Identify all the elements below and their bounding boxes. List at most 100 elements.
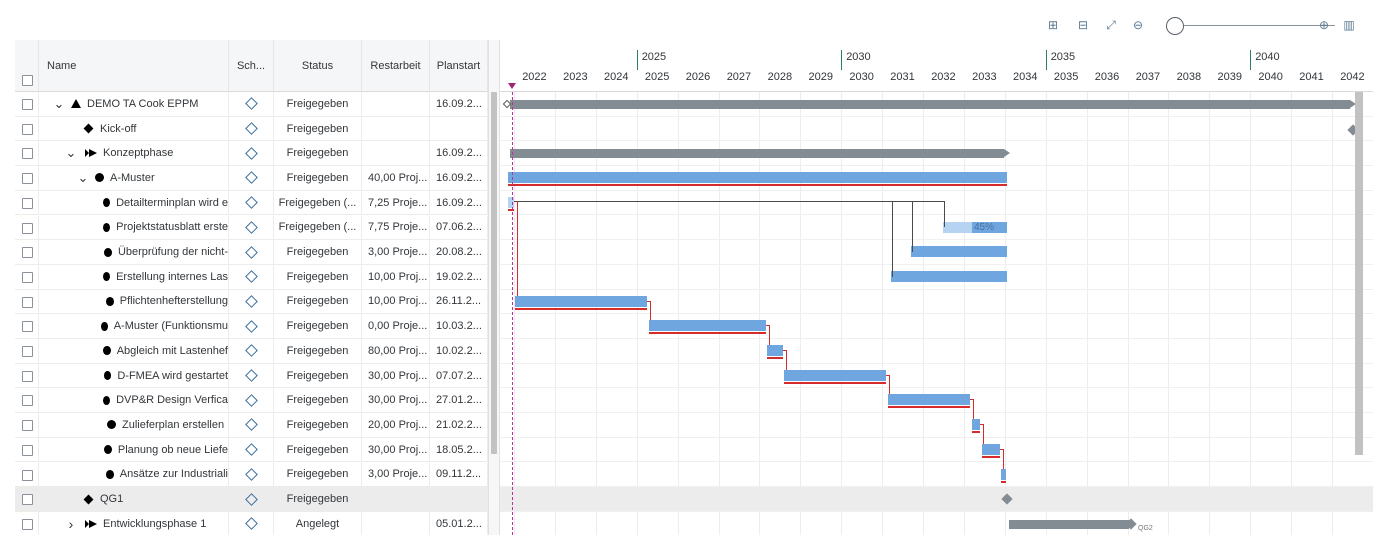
table-row[interactable]: Detailterminplan wird e Freigegeben (... 7… bbox=[15, 190, 488, 216]
name-cell: DVP&R Design Verfica bbox=[39, 388, 229, 413]
row-checkbox[interactable] bbox=[22, 173, 33, 185]
chevron-down-icon[interactable]: ⌄ bbox=[65, 146, 77, 159]
restarbeit-cell bbox=[362, 92, 430, 116]
project-summary-bar[interactable] bbox=[510, 100, 1356, 109]
year-label: 2040 bbox=[1258, 71, 1283, 83]
zoom-in-icon[interactable]: ⊕ bbox=[1316, 17, 1332, 33]
column-header-sch[interactable]: Sch... bbox=[229, 40, 274, 92]
row-checkbox[interactable] bbox=[22, 420, 33, 432]
task-name[interactable]: A-Muster bbox=[110, 172, 155, 184]
table-row[interactable]: DVP&R Design Verfica Freigegeben 30,00 Pro… bbox=[15, 388, 488, 414]
select-all-checkbox[interactable] bbox=[22, 75, 33, 86]
settings-icon[interactable]: ▥ bbox=[1341, 17, 1357, 33]
table-row[interactable]: Überprüfung der nicht- Freigegeben 3,00 Pr… bbox=[15, 240, 488, 265]
task-name[interactable]: Abgleich mit Lastenhef bbox=[117, 345, 228, 357]
column-header-restarbeit[interactable]: Restarbeit bbox=[362, 40, 430, 92]
table-row[interactable]: Projektstatusblatt erste Freigegeben (...… bbox=[15, 215, 488, 241]
phase-summary-bar[interactable] bbox=[1009, 519, 1135, 529]
task-bar[interactable] bbox=[508, 196, 514, 208]
task-name[interactable]: Überprüfung der nicht- bbox=[118, 246, 228, 258]
task-name[interactable]: DVP&R Design Verfica bbox=[116, 394, 228, 406]
task-bar[interactable] bbox=[515, 295, 647, 307]
row-checkbox[interactable] bbox=[22, 321, 33, 333]
row-checkbox[interactable] bbox=[22, 197, 33, 209]
task-bar[interactable] bbox=[891, 270, 1007, 282]
table-row[interactable]: Pflichtenhefterstellung Freigegeben 10,00 … bbox=[15, 289, 488, 315]
task-name[interactable]: Entwicklungsphase 1 bbox=[103, 518, 206, 530]
task-name[interactable]: D-FMEA wird gestartet bbox=[117, 370, 228, 382]
row-checkbox[interactable] bbox=[22, 271, 33, 283]
row-checkbox[interactable] bbox=[22, 148, 33, 160]
task-bar[interactable] bbox=[649, 320, 766, 332]
table-row[interactable]: ⌄ DEMO TA Cook EPPM Freigegeben 16.09.2... bbox=[15, 92, 488, 117]
zoom-out-icon[interactable]: ⊖ bbox=[1130, 17, 1146, 33]
task-bar[interactable] bbox=[767, 345, 783, 356]
sch-cell bbox=[229, 92, 274, 116]
gantt-scrollbar-thumb[interactable] bbox=[1355, 92, 1363, 455]
row-checkbox[interactable] bbox=[22, 222, 33, 234]
table-row[interactable]: Zulieferplan erstellen Freigegeben 20,00 P… bbox=[15, 413, 488, 438]
table-scrollbar-thumb[interactable] bbox=[491, 92, 497, 454]
task-name[interactable]: Detailterminplan wird e bbox=[116, 197, 228, 209]
chevron-down-icon[interactable]: ⌄ bbox=[77, 171, 89, 184]
task-name[interactable]: DEMO TA Cook EPPM bbox=[87, 98, 198, 110]
task-bar[interactable] bbox=[784, 369, 886, 381]
table-row[interactable]: ⌄ Konzeptphase Freigegeben 16.09.2... bbox=[15, 141, 488, 167]
table-row[interactable]: A-Muster (Funktionsmu Freigegeben 0,00 Pro… bbox=[15, 314, 488, 339]
task-bar[interactable] bbox=[911, 246, 1007, 258]
task-name[interactable]: Erstellung internes Las bbox=[116, 271, 228, 283]
row-checkbox[interactable] bbox=[22, 296, 33, 308]
column-header-status[interactable]: Status bbox=[274, 40, 362, 92]
decade-label: 2025 bbox=[636, 50, 842, 70]
fullscreen-icon[interactable]: ⤢ bbox=[1103, 17, 1119, 33]
table-row[interactable]: Abgleich mit Lastenhef Freigegeben 80,00 P… bbox=[15, 339, 488, 364]
restarbeit-cell: 80,00 Proj... bbox=[362, 339, 430, 363]
task-name[interactable]: Kick-off bbox=[100, 123, 136, 135]
task-bar[interactable] bbox=[972, 419, 980, 431]
chevron-down-icon[interactable]: ⌄ bbox=[53, 97, 65, 110]
schedule-type-icon bbox=[244, 220, 258, 234]
task-name[interactable]: Ansätze zur Industriali bbox=[120, 468, 228, 480]
task-name[interactable]: Zulieferplan erstellen bbox=[122, 419, 224, 431]
zoom-slider-handle[interactable] bbox=[1166, 17, 1184, 35]
collapse-all-icon[interactable]: ⊟ bbox=[1075, 17, 1091, 33]
row-checkbox[interactable] bbox=[22, 123, 33, 135]
table-row[interactable]: QG1 Freigegeben bbox=[15, 487, 488, 512]
row-checkbox[interactable] bbox=[22, 494, 33, 506]
status-cell: Freigegeben bbox=[274, 413, 362, 437]
today-marker-icon bbox=[508, 83, 516, 89]
phase-summary-bar[interactable] bbox=[510, 149, 1010, 159]
column-header-planstart[interactable]: Planstart bbox=[430, 40, 488, 92]
task-bar[interactable] bbox=[1001, 468, 1006, 480]
task-name[interactable]: A-Muster (Funktionsmu bbox=[114, 320, 228, 332]
zoom-slider-track[interactable] bbox=[1175, 25, 1335, 26]
table-header: Name Sch... Status Restarbeit Planstart bbox=[15, 40, 488, 92]
task-name[interactable]: Konzeptphase bbox=[103, 147, 173, 159]
table-row[interactable]: Erstellung internes Las Freigegeben 10,00 … bbox=[15, 264, 488, 290]
table-row[interactable]: Kick-off Freigegeben bbox=[15, 116, 488, 142]
column-header-name[interactable]: Name bbox=[39, 40, 229, 92]
row-checkbox[interactable] bbox=[22, 99, 33, 110]
row-checkbox[interactable] bbox=[22, 395, 33, 407]
table-row[interactable]: Planung ob neue Liefe Freigegeben 30,00 Pr… bbox=[15, 437, 488, 463]
table-scrollbar[interactable] bbox=[488, 40, 500, 535]
expand-all-icon[interactable]: ⊞ bbox=[1045, 17, 1061, 33]
row-checkbox[interactable] bbox=[22, 518, 33, 530]
row-checkbox[interactable] bbox=[22, 370, 33, 382]
table-row[interactable]: › Entwicklungsphase 1 Angelegt 05.01.2... bbox=[15, 511, 488, 535]
a-muster-bar[interactable] bbox=[508, 172, 1007, 184]
task-name[interactable]: QG1 bbox=[100, 493, 123, 505]
row-checkbox[interactable] bbox=[22, 346, 33, 357]
chevron-right-icon[interactable]: › bbox=[65, 517, 77, 531]
task-name[interactable]: Pflichtenhefterstellung bbox=[120, 295, 228, 307]
table-row[interactable]: ⌄ A-Muster Freigegeben 40,00 Proj... 16.09.2… bbox=[15, 166, 488, 191]
task-name[interactable]: Projektstatusblatt erste bbox=[116, 221, 228, 233]
table-row[interactable]: D-FMEA wird gestartet Freigegeben 30,00 Pr… bbox=[15, 363, 488, 389]
task-bar[interactable] bbox=[982, 443, 1000, 455]
row-checkbox[interactable] bbox=[22, 469, 33, 481]
task-bar[interactable] bbox=[888, 394, 970, 406]
table-row[interactable]: Ansätze zur Industriali Freigegeben 3,00 P… bbox=[15, 462, 488, 488]
task-name[interactable]: Planung ob neue Liefe bbox=[118, 444, 228, 456]
row-checkbox[interactable] bbox=[22, 247, 33, 259]
row-checkbox[interactable] bbox=[22, 444, 33, 456]
